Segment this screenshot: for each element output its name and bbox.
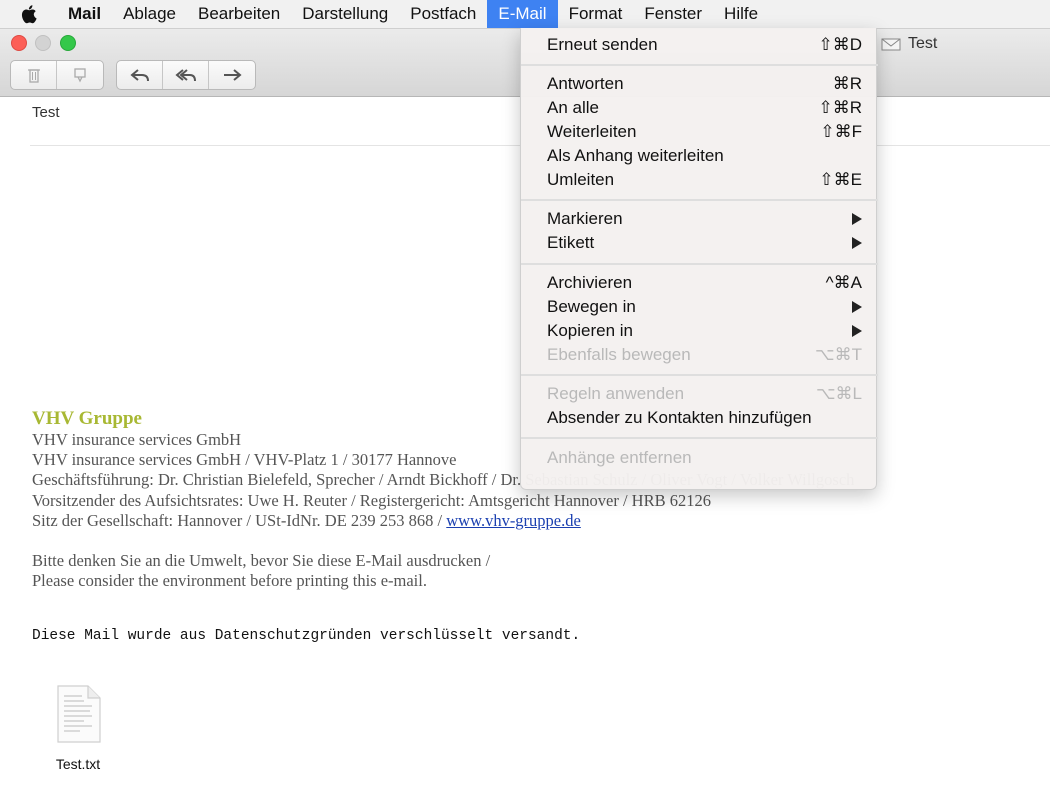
menu-item-antworten[interactable]: Antworten ⌘R bbox=[521, 72, 878, 96]
menu-item-label: Absender zu Kontakten hinzufügen bbox=[547, 408, 812, 427]
menu-item-weiterleiten[interactable]: Weiterleiten ⇧⌘F bbox=[521, 120, 878, 144]
menu-item-erneut-senden[interactable]: Erneut senden ⇧⌘D bbox=[521, 33, 878, 57]
menu-item-label: Regeln anwenden bbox=[547, 384, 685, 403]
menu-item-label: Weiterleiten bbox=[547, 122, 637, 141]
menu-bearbeiten[interactable]: Bearbeiten bbox=[187, 0, 291, 28]
junk-button[interactable] bbox=[57, 61, 103, 89]
menu-item-als-anhang-weiterleiten[interactable]: Als Anhang weiterleiten bbox=[521, 144, 878, 168]
menu-item-archivieren[interactable]: Archivieren ^⌘A bbox=[521, 271, 878, 295]
minimize-window-button[interactable] bbox=[35, 35, 51, 51]
menu-item-absender-zu-kontakten[interactable]: Absender zu Kontakten hinzufügen bbox=[521, 406, 878, 430]
menu-shortcut: ⌥⌘T bbox=[815, 345, 862, 364]
menu-shortcut: ⇧⌘D bbox=[818, 35, 862, 54]
forward-icon bbox=[224, 69, 242, 81]
reply-icon bbox=[129, 69, 149, 82]
menu-shortcut: ⇧⌘E bbox=[819, 170, 862, 189]
menu-shortcut: ⌘R bbox=[832, 74, 862, 93]
menu-item-label: Archivieren bbox=[547, 273, 633, 292]
menu-item-label: Erneut senden bbox=[547, 35, 658, 54]
menu-item-label: Umleiten bbox=[547, 170, 615, 189]
menu-email[interactable]: E-Mail bbox=[487, 0, 558, 28]
window-title: Test bbox=[880, 33, 937, 55]
reply-all-icon bbox=[174, 69, 196, 82]
menu-shortcut: ⇧⌘R bbox=[818, 98, 862, 117]
menu-shortcut: ⌥⌘L bbox=[815, 384, 862, 403]
delete-button[interactable] bbox=[11, 61, 57, 89]
menu-format[interactable]: Format bbox=[558, 0, 634, 28]
close-window-button[interactable] bbox=[11, 35, 27, 51]
reply-forward-group bbox=[116, 60, 256, 90]
environment-note-de: Bitte denken Sie an die Umwelt, bevor Si… bbox=[32, 551, 491, 571]
menu-shortcut: ^⌘A bbox=[825, 273, 862, 292]
menu-item-label: Antworten bbox=[547, 74, 624, 93]
window-title-text: Test bbox=[908, 35, 938, 52]
encryption-note: Diese Mail wurde aus Datenschutzgründen … bbox=[32, 628, 581, 644]
text-file-icon bbox=[57, 685, 101, 743]
attachment[interactable]: Test.txt bbox=[40, 684, 116, 772]
menu-fenster[interactable]: Fenster bbox=[633, 0, 713, 28]
menu-separator bbox=[521, 437, 878, 439]
apple-menu-icon[interactable] bbox=[0, 4, 56, 24]
junk-icon bbox=[74, 68, 86, 83]
menu-item-label: Bewegen in bbox=[547, 297, 636, 316]
menu-item-label: An alle bbox=[547, 98, 599, 117]
menu-separator bbox=[521, 64, 878, 66]
menu-item-anhaenge-entfernen: Anhänge entfernen bbox=[521, 446, 878, 470]
submenu-arrow-icon bbox=[852, 301, 862, 313]
attachment-filename: Test.txt bbox=[55, 756, 101, 772]
menu-separator bbox=[521, 374, 878, 376]
menu-darstellung[interactable]: Darstellung bbox=[291, 0, 399, 28]
menu-app-mail[interactable]: Mail bbox=[56, 0, 112, 28]
menu-item-regeln-anwenden: Regeln anwenden ⌥⌘L bbox=[521, 382, 878, 406]
menu-item-ebenfalls-bewegen: Ebenfalls bewegen ⌥⌘T bbox=[521, 343, 878, 367]
menu-item-umleiten[interactable]: Umleiten ⇧⌘E bbox=[521, 168, 878, 192]
delete-junk-group bbox=[10, 60, 104, 90]
email-menu-dropdown: Erneut senden ⇧⌘D Antworten ⌘R An alle ⇧… bbox=[520, 28, 878, 490]
menu-ablage[interactable]: Ablage bbox=[112, 0, 187, 28]
menu-item-label: Anhänge entfernen bbox=[547, 448, 692, 467]
submenu-arrow-icon bbox=[852, 237, 862, 249]
menu-bar: Mail Ablage Bearbeiten Darstellung Postf… bbox=[0, 0, 1050, 29]
forward-button[interactable] bbox=[209, 61, 255, 89]
reply-button[interactable] bbox=[117, 61, 163, 89]
menu-separator bbox=[521, 263, 878, 265]
signature-seat-text: Sitz der Gesellschaft: Hannover / USt-Id… bbox=[32, 510, 447, 530]
menu-shortcut: ⇧⌘F bbox=[820, 122, 862, 141]
submenu-arrow-icon bbox=[852, 213, 862, 225]
menu-item-label: Etikett bbox=[547, 233, 595, 252]
menu-item-an-alle[interactable]: An alle ⇧⌘R bbox=[521, 96, 878, 120]
signature-line: Vorsitzender des Aufsichtsrates: Uwe H. … bbox=[32, 490, 711, 510]
signature-line: Sitz der Gesellschaft: Hannover / USt-Id… bbox=[32, 511, 854, 531]
menu-item-label: Kopieren in bbox=[547, 321, 634, 340]
zoom-window-button[interactable] bbox=[60, 35, 76, 51]
menu-item-markieren[interactable]: Markieren bbox=[521, 207, 878, 231]
menu-item-label: Markieren bbox=[547, 209, 623, 228]
menu-postfach[interactable]: Postfach bbox=[399, 0, 487, 28]
envelope-icon bbox=[881, 38, 901, 51]
menu-separator bbox=[521, 199, 878, 201]
menu-item-label: Als Anhang weiterleiten bbox=[547, 146, 724, 165]
reply-all-button[interactable] bbox=[163, 61, 209, 89]
website-link[interactable]: www.vhv-gruppe.de bbox=[446, 511, 581, 530]
menu-item-etikett[interactable]: Etikett bbox=[521, 231, 878, 255]
environment-note-en: Please consider the environment before p… bbox=[32, 571, 427, 591]
menu-item-bewegen-in[interactable]: Bewegen in bbox=[521, 295, 878, 319]
trash-icon bbox=[27, 69, 40, 83]
menu-hilfe[interactable]: Hilfe bbox=[713, 0, 769, 28]
header-subject-value: Test bbox=[32, 104, 60, 121]
menu-item-kopieren-in[interactable]: Kopieren in bbox=[521, 319, 878, 343]
submenu-arrow-icon bbox=[852, 325, 862, 337]
menu-item-label: Ebenfalls bewegen bbox=[547, 345, 691, 364]
